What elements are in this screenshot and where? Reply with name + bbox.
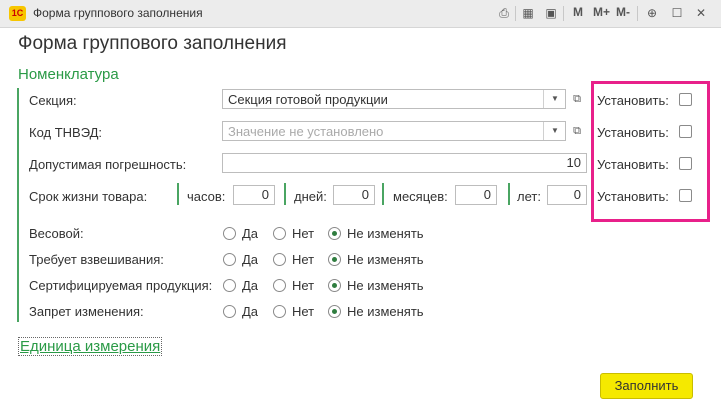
toolbar-separator bbox=[637, 6, 638, 21]
radio-no[interactable] bbox=[273, 227, 286, 240]
hours-label: часов: bbox=[187, 189, 226, 204]
maximize-icon[interactable]: ☐ bbox=[669, 5, 685, 21]
unit-of-measure-link[interactable]: Единица измерения bbox=[18, 337, 163, 356]
radio-keep-label: Не изменять bbox=[347, 304, 424, 319]
chevron-down-icon[interactable]: ▼ bbox=[543, 90, 566, 108]
radio-keep[interactable] bbox=[328, 279, 341, 292]
chevron-down-icon[interactable]: ▼ bbox=[543, 122, 566, 140]
section-field[interactable]: Секция готовой продукции ▼ bbox=[222, 89, 566, 109]
highlight-frame bbox=[591, 81, 710, 222]
radio-row-label: Запрет изменения: bbox=[29, 304, 144, 319]
radio-yes-label: Да bbox=[242, 226, 259, 241]
tnved-label: Код ТНВЭД: bbox=[29, 125, 103, 140]
toolbar-separator bbox=[563, 6, 564, 21]
radio-no[interactable] bbox=[273, 305, 286, 318]
memory-minus-button[interactable]: M- bbox=[616, 5, 630, 19]
radio-yes-label: Да bbox=[242, 278, 259, 293]
years-input[interactable]: 0 bbox=[547, 185, 587, 205]
radio-no[interactable] bbox=[273, 253, 286, 266]
radio-no[interactable] bbox=[273, 279, 286, 292]
print-icon[interactable]: ⎙ bbox=[496, 5, 512, 21]
radio-no-label: Нет bbox=[292, 304, 315, 319]
radio-keep-label: Не изменять bbox=[347, 226, 424, 241]
radio-yes-label: Да bbox=[242, 252, 259, 267]
radio-row-label: Требует взвешивания: bbox=[29, 252, 164, 267]
subgroup-bar bbox=[382, 183, 384, 205]
radio-yes[interactable] bbox=[223, 305, 236, 318]
group-left-bar bbox=[17, 88, 19, 322]
radio-keep[interactable] bbox=[328, 227, 341, 240]
section-label: Секция: bbox=[29, 93, 77, 108]
radio-keep[interactable] bbox=[328, 305, 341, 318]
radio-keep-label: Не изменять bbox=[347, 252, 424, 267]
days-label: дней: bbox=[294, 189, 327, 204]
radio-yes[interactable] bbox=[223, 227, 236, 240]
radio-row-label: Весовой: bbox=[29, 226, 84, 241]
memory-plus-button[interactable]: M+ bbox=[593, 5, 610, 19]
tnved-field[interactable]: Значение не установлено ▼ bbox=[222, 121, 566, 141]
radio-keep[interactable] bbox=[328, 253, 341, 266]
months-label: месяцев: bbox=[393, 189, 448, 204]
toolbar-separator bbox=[515, 6, 516, 21]
years-label: лет: bbox=[517, 189, 541, 204]
subgroup-bar bbox=[508, 183, 510, 205]
open-icon[interactable]: ⧉ bbox=[568, 121, 586, 141]
window-title: Форма группового заполнения bbox=[33, 6, 203, 20]
radio-no-label: Нет bbox=[292, 226, 315, 241]
days-input[interactable]: 0 bbox=[333, 185, 375, 205]
close-icon[interactable]: ✕ bbox=[693, 5, 709, 21]
radio-no-label: Нет bbox=[292, 278, 315, 293]
shelf-life-label: Срок жизни товара: bbox=[29, 189, 148, 204]
hours-input[interactable]: 0 bbox=[233, 185, 275, 205]
tnved-placeholder: Значение не установлено bbox=[228, 124, 384, 139]
radio-yes[interactable] bbox=[223, 279, 236, 292]
form-title: Форма группового заполнения bbox=[18, 33, 287, 54]
open-icon[interactable]: ⧉ bbox=[568, 89, 586, 109]
spreadsheet-icon[interactable]: ▦ bbox=[520, 5, 536, 21]
months-input[interactable]: 0 bbox=[455, 185, 497, 205]
radio-yes[interactable] bbox=[223, 253, 236, 266]
memory-m-button[interactable]: M bbox=[573, 5, 583, 19]
subgroup-bar bbox=[177, 183, 179, 205]
app-logo-icon: 1С bbox=[9, 6, 26, 21]
section-value: Секция готовой продукции bbox=[228, 92, 388, 107]
subgroup-bar bbox=[284, 183, 286, 205]
fill-button[interactable]: Заполнить bbox=[600, 373, 693, 399]
tolerance-field[interactable]: 10 bbox=[222, 153, 587, 173]
radio-yes-label: Да bbox=[242, 304, 259, 319]
group-title[interactable]: Номенклатура bbox=[18, 66, 119, 83]
radio-keep-label: Не изменять bbox=[347, 278, 424, 293]
calendar-icon[interactable]: ▣ bbox=[543, 5, 559, 21]
radio-no-label: Нет bbox=[292, 252, 315, 267]
radio-row-label: Сертифицируемая продукция: bbox=[29, 278, 213, 293]
tolerance-label: Допустимая погрешность: bbox=[29, 157, 187, 172]
zoom-icon[interactable]: ⊕ bbox=[644, 5, 660, 21]
